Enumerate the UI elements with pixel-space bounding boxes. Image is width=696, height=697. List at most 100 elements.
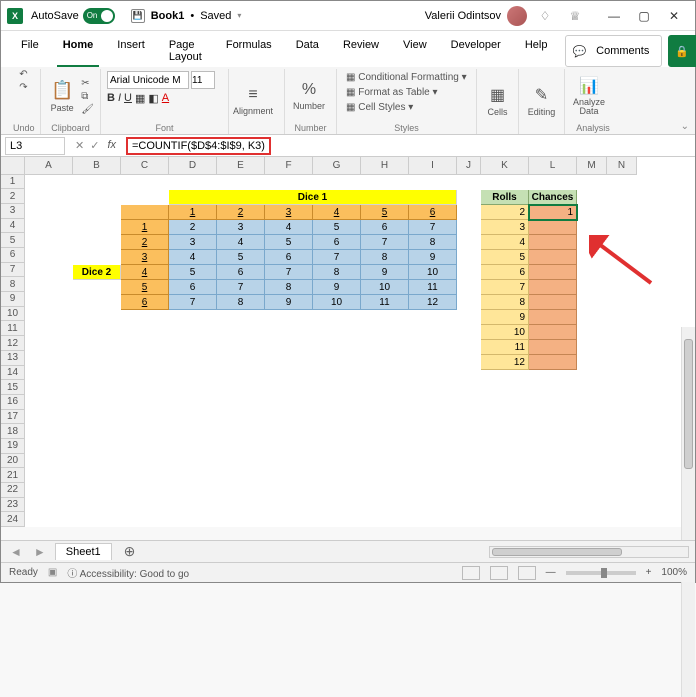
- rolls-value[interactable]: 5: [481, 250, 529, 265]
- sum-cell[interactable]: 3: [217, 220, 265, 235]
- row-header-1[interactable]: 1: [1, 175, 25, 190]
- rolls-value[interactable]: 4: [481, 235, 529, 250]
- cells-button[interactable]: ▦Cells: [483, 85, 512, 117]
- col-header-K[interactable]: K: [481, 157, 529, 175]
- vertical-scrollbar[interactable]: [681, 327, 695, 697]
- sheet-nav-prev[interactable]: ◄: [7, 545, 25, 559]
- sum-cell[interactable]: 6: [313, 235, 361, 250]
- sum-cell[interactable]: 5: [169, 265, 217, 280]
- cut-icon[interactable]: ✂: [81, 78, 94, 89]
- zoom-in-button[interactable]: +: [646, 567, 652, 578]
- fx-icon[interactable]: fx: [107, 139, 116, 152]
- chances-header[interactable]: Chances: [529, 190, 577, 205]
- dice1-header-4[interactable]: 4: [313, 205, 361, 220]
- sheet-nav-next[interactable]: ►: [31, 545, 49, 559]
- horizontal-scrollbar[interactable]: [489, 546, 689, 558]
- sum-cell[interactable]: 7: [217, 280, 265, 295]
- zoom-out-button[interactable]: —: [546, 567, 556, 578]
- user-avatar[interactable]: [507, 6, 527, 26]
- dice2-header-4[interactable]: 4: [121, 265, 169, 280]
- sum-cell[interactable]: 10: [409, 265, 457, 280]
- col-header-L[interactable]: L: [529, 157, 577, 175]
- chances-value[interactable]: [529, 295, 577, 310]
- rolls-value[interactable]: 6: [481, 265, 529, 280]
- tab-formulas[interactable]: Formulas: [220, 35, 278, 67]
- row-header-18[interactable]: 18: [1, 424, 25, 439]
- chances-value[interactable]: [529, 265, 577, 280]
- tab-view[interactable]: View: [397, 35, 433, 67]
- share-button[interactable]: 🔒 Share ▾: [668, 35, 696, 67]
- dice1-label[interactable]: Dice 1: [169, 190, 457, 205]
- sum-cell[interactable]: 2: [169, 220, 217, 235]
- row-header-20[interactable]: 20: [1, 454, 25, 469]
- copy-icon[interactable]: ⧉: [81, 91, 94, 102]
- col-header-C[interactable]: C: [121, 157, 169, 175]
- cell-styles-button[interactable]: ▦ Cell Styles ▾: [343, 101, 416, 114]
- col-header-M[interactable]: M: [577, 157, 607, 175]
- rolls-value[interactable]: 10: [481, 325, 529, 340]
- user-name[interactable]: Valerii Odintsov: [425, 10, 501, 22]
- chances-value[interactable]: [529, 250, 577, 265]
- page-layout-view-button[interactable]: [490, 566, 508, 580]
- tab-data[interactable]: Data: [290, 35, 325, 67]
- sum-cell[interactable]: 8: [409, 235, 457, 250]
- name-box[interactable]: [5, 137, 65, 155]
- chances-value[interactable]: [529, 220, 577, 235]
- sum-cell[interactable]: 4: [265, 220, 313, 235]
- sum-cell[interactable]: 6: [169, 280, 217, 295]
- dice1-header-5[interactable]: 5: [361, 205, 409, 220]
- row-header-2[interactable]: 2: [1, 189, 25, 204]
- sum-cell[interactable]: 7: [313, 250, 361, 265]
- sum-cell[interactable]: 10: [361, 280, 409, 295]
- row-header-3[interactable]: 3: [1, 204, 25, 219]
- rolls-value[interactable]: 3: [481, 220, 529, 235]
- close-button[interactable]: ✕: [659, 2, 689, 30]
- sum-cell[interactable]: 6: [265, 250, 313, 265]
- dice1-header-1[interactable]: 1: [169, 205, 217, 220]
- sum-cell[interactable]: 9: [409, 250, 457, 265]
- italic-button[interactable]: I: [118, 92, 121, 105]
- bold-button[interactable]: B: [107, 92, 115, 105]
- collapse-ribbon-icon[interactable]: ⌄: [681, 121, 689, 132]
- save-icon[interactable]: 💾: [131, 9, 145, 23]
- sum-cell[interactable]: 5: [265, 235, 313, 250]
- try-icon[interactable]: ♢: [537, 8, 553, 24]
- row-header-14[interactable]: 14: [1, 366, 25, 381]
- border-button[interactable]: ▦: [135, 92, 145, 105]
- col-header-N[interactable]: N: [607, 157, 637, 175]
- fill-color-button[interactable]: ◧: [148, 92, 158, 105]
- sum-cell[interactable]: 5: [313, 220, 361, 235]
- sum-cell[interactable]: 7: [409, 220, 457, 235]
- dice-corner[interactable]: [121, 205, 169, 220]
- row-header-8[interactable]: 8: [1, 277, 25, 292]
- format-as-table-button[interactable]: ▦ Format as Table ▾: [343, 86, 441, 99]
- sum-cell[interactable]: 5: [217, 250, 265, 265]
- sum-cell[interactable]: 9: [361, 265, 409, 280]
- tab-insert[interactable]: Insert: [111, 35, 151, 67]
- chances-value[interactable]: [529, 310, 577, 325]
- dice2-header-2[interactable]: 2: [121, 235, 169, 250]
- row-header-24[interactable]: 24: [1, 512, 25, 527]
- row-header-13[interactable]: 13: [1, 351, 25, 366]
- col-header-D[interactable]: D: [169, 157, 217, 175]
- cancel-formula-icon[interactable]: ✕: [75, 139, 84, 152]
- tab-file[interactable]: File: [15, 35, 45, 67]
- chances-value[interactable]: [529, 280, 577, 295]
- sum-cell[interactable]: 6: [217, 265, 265, 280]
- sum-cell[interactable]: 8: [361, 250, 409, 265]
- dice1-header-3[interactable]: 3: [265, 205, 313, 220]
- sum-cell[interactable]: 9: [265, 295, 313, 310]
- font-name-box[interactable]: [107, 71, 189, 89]
- minimize-button[interactable]: —: [599, 2, 629, 30]
- tab-review[interactable]: Review: [337, 35, 385, 67]
- dice1-header-6[interactable]: 6: [409, 205, 457, 220]
- sum-cell[interactable]: 7: [265, 265, 313, 280]
- sum-cell[interactable]: 4: [217, 235, 265, 250]
- sum-cell[interactable]: 3: [169, 235, 217, 250]
- col-header-B[interactable]: B: [73, 157, 121, 175]
- row-header-11[interactable]: 11: [1, 321, 25, 336]
- row-header-7[interactable]: 7: [1, 263, 25, 278]
- sum-cell[interactable]: 10: [313, 295, 361, 310]
- sum-cell[interactable]: 8: [217, 295, 265, 310]
- tab-page-layout[interactable]: Page Layout: [163, 35, 208, 67]
